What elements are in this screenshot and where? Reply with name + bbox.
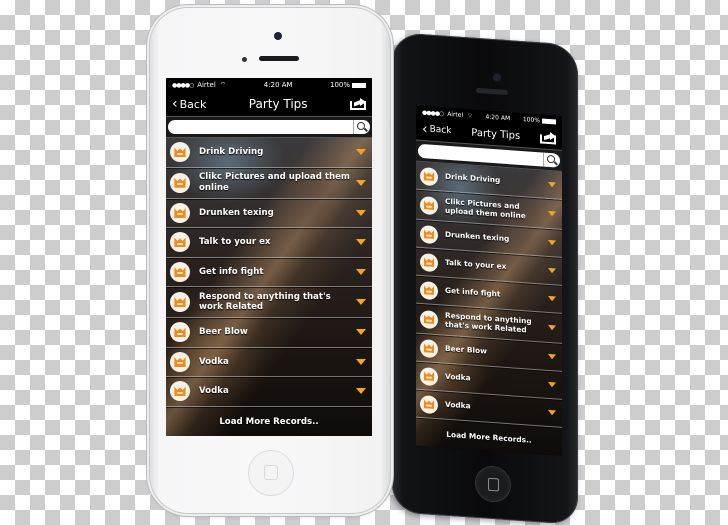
chevron-down-icon[interactable] — [356, 358, 366, 365]
chevron-down-icon[interactable] — [356, 149, 366, 156]
tips-list: Drink Driving Clikc Pictures and upload … — [416, 161, 562, 456]
mask-avatar-icon — [170, 351, 190, 372]
nav-bar: ‹ Back Party Tips — [166, 92, 372, 116]
search-input[interactable] — [168, 120, 353, 134]
front-camera-icon — [493, 73, 501, 82]
home-button[interactable] — [249, 451, 293, 495]
load-more-button[interactable]: Load More Records.. — [166, 407, 372, 427]
chevron-down-icon[interactable] — [548, 239, 556, 246]
battery-icon — [352, 82, 366, 88]
signal-icon: ●●●●○ — [172, 81, 194, 89]
back-button[interactable]: ‹ Back — [422, 121, 452, 138]
chevron-down-icon[interactable] — [548, 324, 556, 331]
tips-list: Drink Driving Clikc Pictures and upload … — [166, 138, 372, 436]
mask-avatar-icon — [170, 202, 190, 223]
mask-avatar-icon — [170, 322, 190, 343]
screen: ●●●●○ Airtel ⌔ 4:20 AM 100% ‹ Back Party… — [166, 78, 372, 436]
chevron-down-icon[interactable] — [548, 267, 556, 274]
list-item[interactable]: Drink Driving — [166, 138, 372, 168]
share-icon[interactable] — [349, 98, 366, 110]
page-title: Party Tips — [471, 127, 521, 142]
page-title: Party Tips — [248, 97, 308, 111]
battery-icon — [541, 117, 556, 124]
phone-white: ●●●●○ Airtel ⌔ 4:20 AM 100% ‹ Back Party… — [150, 8, 390, 513]
screen: ●●●●○ Airtel ⌔ 4:20 AM 100% ‹ Back Party… — [416, 105, 562, 456]
mask-avatar-icon — [420, 252, 438, 272]
carrier-label: Airtel — [447, 110, 464, 119]
share-icon[interactable] — [539, 131, 556, 145]
mask-avatar-icon — [170, 172, 190, 193]
speaker-grill — [259, 56, 299, 61]
app-screen: ●●●●○ Airtel ⌔ 4:20 AM 100% ‹ Back Party… — [416, 105, 562, 456]
list-item[interactable]: Vodka — [166, 348, 372, 377]
chevron-down-icon[interactable] — [356, 209, 366, 216]
battery-percent: 100% — [329, 81, 350, 89]
chevron-left-icon: ‹ — [422, 121, 428, 138]
carrier-label: Airtel — [197, 81, 216, 89]
chevron-down-icon[interactable] — [548, 353, 556, 360]
status-bar: ●●●●○ Airtel ⌔ 4:20 AM 100% — [166, 78, 372, 92]
mask-avatar-icon — [420, 280, 438, 300]
back-button[interactable]: ‹ Back — [172, 97, 206, 111]
app-screen: ●●●●○ Airtel ⌔ 4:20 AM 100% ‹ Back Party… — [166, 78, 372, 436]
speaker-grill — [476, 87, 508, 96]
mask-avatar-icon — [170, 261, 190, 282]
list-item[interactable]: Clikc Pictures and upload them online — [166, 168, 372, 199]
phone-black: ●●●●○ Airtel ⌔ 4:20 AM 100% ‹ Back Party… — [388, 32, 578, 525]
battery-percent: 100% — [522, 115, 540, 124]
search-icon[interactable] — [543, 152, 560, 168]
search-icon[interactable] — [353, 120, 370, 134]
wifi-icon: ⌔ — [219, 80, 227, 89]
chevron-down-icon[interactable] — [356, 388, 366, 395]
clock: 4:20 AM — [263, 81, 293, 89]
mask-avatar-icon — [420, 338, 438, 358]
mask-avatar-icon — [170, 232, 190, 253]
chevron-down-icon[interactable] — [356, 239, 366, 246]
mask-avatar-icon — [420, 309, 438, 329]
mask-avatar-icon — [420, 195, 438, 215]
chevron-down-icon[interactable] — [548, 295, 556, 302]
chevron-left-icon: ‹ — [172, 96, 178, 112]
mask-avatar-icon — [170, 381, 190, 402]
chevron-down-icon[interactable] — [356, 268, 366, 275]
mask-avatar-icon — [170, 292, 190, 312]
list-item[interactable]: Beer Blow — [166, 318, 372, 348]
chevron-down-icon[interactable] — [548, 210, 556, 217]
chevron-down-icon[interactable] — [548, 181, 556, 188]
mask-avatar-icon — [420, 224, 438, 244]
back-label: Back — [429, 124, 452, 137]
mask-avatar-icon — [420, 166, 438, 186]
mask-avatar-icon — [420, 394, 438, 414]
list-item[interactable]: Talk to your ex — [166, 228, 372, 258]
list-item[interactable]: Get info fight — [166, 258, 372, 287]
mask-avatar-icon — [420, 366, 438, 386]
home-button[interactable] — [476, 465, 510, 503]
clock: 4:20 AM — [485, 113, 511, 122]
list-item[interactable]: Drunken texing — [166, 199, 372, 228]
back-label: Back — [179, 97, 207, 111]
proximity-sensor — [242, 57, 247, 62]
wifi-icon: ⌔ — [467, 112, 473, 120]
chevron-down-icon[interactable] — [356, 329, 366, 336]
chevron-down-icon[interactable] — [356, 179, 366, 186]
chevron-down-icon[interactable] — [548, 409, 556, 416]
list-item[interactable]: Vodka — [166, 377, 372, 407]
signal-icon: ●●●●○ — [422, 108, 444, 118]
front-camera-icon — [274, 32, 282, 40]
mask-avatar-icon — [170, 142, 190, 163]
list-item[interactable]: Respond to anything that's work Related — [166, 287, 372, 318]
search-bar — [166, 116, 372, 138]
chevron-down-icon[interactable] — [356, 299, 366, 305]
chevron-down-icon[interactable] — [548, 381, 556, 388]
